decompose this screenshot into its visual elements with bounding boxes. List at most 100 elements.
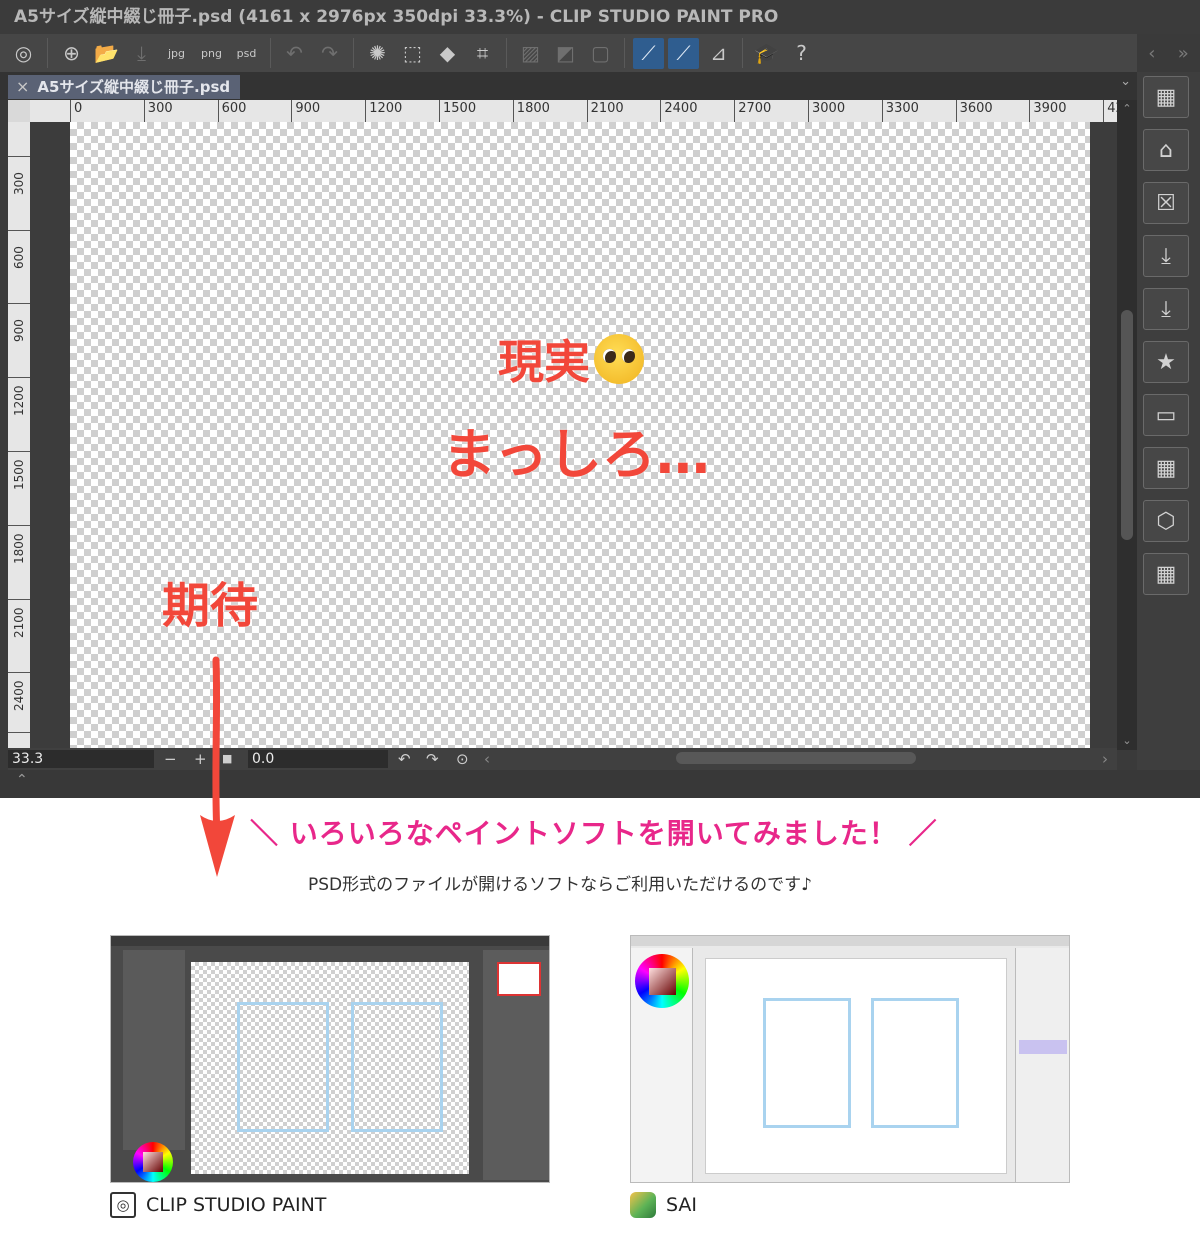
ruler-tick: 2100 — [8, 598, 30, 673]
toolbar-divider — [47, 38, 48, 68]
double-chevron-right-icon[interactable]: » — [1178, 43, 1189, 64]
section-subline: PSD形式のファイルが開けるソフトならご利用いただけるのです♪ — [308, 875, 812, 895]
ruler-tick-label: 1200 — [365, 100, 402, 122]
vertical-ruler[interactable]: 00 300 600 900 1200 1500 1800 2100 2400 00 — [8, 122, 30, 748]
chevron-down-icon[interactable]: ⌄ — [1120, 74, 1131, 89]
palette-3d-icon[interactable]: ⬡ — [1143, 500, 1189, 542]
export-png-icon[interactable]: png — [196, 38, 227, 69]
command-bar-nav: ‹ » — [1137, 34, 1200, 72]
scroll-down-icon[interactable]: ⌄ — [1117, 732, 1137, 750]
ruler-tick-label: 3900 — [1029, 100, 1066, 122]
pleading-face-icon — [594, 334, 644, 384]
open-folder-icon[interactable]: 📂 — [91, 38, 122, 69]
mini-page-left — [763, 998, 851, 1128]
ruler-tick: 00 — [8, 122, 30, 156]
invert-selection-icon[interactable]: ◩ — [550, 38, 581, 69]
palette-download-icon[interactable]: ⤓ — [1143, 235, 1189, 277]
ruler-tick-label: 3600 — [955, 100, 993, 122]
page: A5サイズ縦中綴じ冊子.psd (4161 x 2976px 350dpi 33… — [0, 0, 1200, 1238]
zoom-out-button[interactable]: − — [164, 749, 177, 769]
undo-icon[interactable]: ↶ — [279, 38, 310, 69]
mini-menubar — [631, 936, 1069, 946]
rotate-left-icon[interactable]: ↶ — [398, 749, 411, 769]
save-icon[interactable]: ⤓ — [126, 38, 157, 69]
palette-grid-icon[interactable]: ▦ — [1143, 447, 1189, 489]
collapse-icon[interactable]: ⌃ — [16, 772, 28, 788]
ruler-tick-label: 3000 — [808, 100, 845, 122]
ruler-tick-label: 0 — [70, 100, 82, 122]
ruler-tick: 1200 — [8, 377, 30, 451]
toolbar-divider — [353, 38, 354, 68]
chevron-left-icon[interactable]: ‹ — [1148, 43, 1155, 64]
ruler-tick-label: 42 — [1103, 100, 1117, 122]
palette-close-icon[interactable]: ☒ — [1143, 182, 1189, 224]
reset-rotation-icon[interactable]: ⊙ — [456, 749, 469, 769]
bottom-bar: ⌃ — [0, 770, 1200, 798]
navigation-statusbar: 33.3 − + ■ 0.0 ↶ ↷ ⊙ ‹ › — [8, 748, 1117, 770]
snap-grid-icon[interactable]: ⊿ — [703, 38, 734, 69]
redo-icon[interactable]: ↷ — [314, 38, 345, 69]
ruler-tick-label: 2100 — [12, 607, 26, 638]
clip-studio-screenshot — [110, 935, 550, 1183]
ruler-tick: 300 — [8, 155, 30, 230]
ruler-corner — [8, 100, 30, 122]
palette-material-icon[interactable]: ▦ — [1143, 553, 1189, 595]
ruler-tick-label: 600 — [217, 100, 246, 122]
learn-icon[interactable]: 🎓 — [751, 38, 782, 69]
scroll-up-icon[interactable]: ⌃ — [1117, 100, 1137, 118]
ruler-tick-label: 1800 — [12, 533, 26, 564]
toolbar-divider — [270, 38, 271, 68]
export-psd-icon[interactable]: psd — [231, 38, 262, 69]
document-tab[interactable]: × A5サイズ縦中綴じ冊子.psd — [8, 75, 241, 99]
zoom-field[interactable]: 33.3 — [8, 750, 154, 768]
section-headline: ＼ いろいろなペイントソフトを開いてみました！ ／ — [250, 817, 938, 850]
scroll-left-icon[interactable]: ‹ — [484, 749, 490, 769]
transform-icon[interactable]: ⌗ — [467, 38, 498, 69]
export-jpg-icon[interactable]: jpg — [161, 38, 192, 69]
snap-special-ruler-icon[interactable]: ⟋ — [668, 37, 699, 69]
mini-layer-panel — [1015, 948, 1069, 1182]
sai-icon — [630, 1192, 656, 1218]
app-window: A5サイズ縦中綴じ冊子.psd (4161 x 2976px 350dpi 33… — [0, 0, 1200, 798]
palette-navigator-icon[interactable]: ⌂ — [1143, 129, 1189, 171]
sai-screenshot — [630, 935, 1070, 1183]
palette-layer-icon[interactable]: ▦ — [1143, 76, 1189, 118]
rotate-right-icon[interactable]: ↷ — [426, 749, 439, 769]
toolbar-divider — [506, 38, 507, 68]
new-file-icon[interactable]: ⊕ — [56, 38, 87, 69]
scroll-right-icon[interactable]: › — [1102, 749, 1108, 769]
horizontal-scroll-thumb[interactable] — [676, 752, 916, 764]
ruler-tick-label: 1500 — [439, 100, 476, 122]
show-selection-icon[interactable]: ▢ — [585, 38, 616, 69]
snap-ruler-icon[interactable]: ⟋ — [633, 37, 664, 69]
select-all-icon[interactable]: ⬚ — [397, 38, 428, 69]
reality-text: 現実 — [498, 335, 590, 389]
close-icon[interactable]: × — [16, 75, 29, 99]
mini-selected-layer — [1019, 1040, 1067, 1054]
deselect-icon[interactable]: ▨ — [515, 38, 546, 69]
help-icon[interactable]: ? — [786, 38, 817, 69]
palette-import-icon[interactable]: ⤓ — [1143, 288, 1189, 330]
reality-label: 現実 — [498, 326, 644, 392]
palette-favorite-icon[interactable]: ★ — [1143, 341, 1189, 383]
palette-comment-icon[interactable]: ▭ — [1143, 394, 1189, 436]
scroll-thumb[interactable] — [1121, 310, 1133, 540]
window-title: A5サイズ縦中綴じ冊子.psd (4161 x 2976px 350dpi 33… — [0, 0, 1200, 34]
ruler-tick-label: 2700 — [734, 100, 771, 122]
clip-studio-logo-icon[interactable]: ◎ — [8, 38, 39, 69]
blank-label: まっしろ… — [442, 423, 710, 486]
ruler-tick: 1800 — [8, 524, 30, 599]
ruler-tick: 600 — [8, 229, 30, 304]
loading-icon[interactable]: ✺ — [362, 38, 393, 69]
rotation-field[interactable]: 0.0 — [248, 750, 388, 768]
document-tab-label: A5サイズ縦中綴じ冊子.psd — [37, 78, 231, 96]
ruler-tick-label: 900 — [12, 319, 26, 343]
color-wheel-icon — [635, 954, 689, 1008]
vertical-scrollbar[interactable]: ⌃ ⌄ — [1117, 100, 1137, 750]
fill-icon[interactable]: ◆ — [432, 38, 463, 69]
app-name: SAI — [666, 1194, 698, 1216]
ruler-tick-label: 2400 — [12, 680, 26, 712]
ruler-tick: 1500 — [8, 451, 30, 525]
toolbar-divider — [624, 38, 625, 68]
horizontal-ruler[interactable]: 0 300 600 900 1200 1500 1800 2100 2400 2700 3000 33… — [8, 100, 1117, 122]
